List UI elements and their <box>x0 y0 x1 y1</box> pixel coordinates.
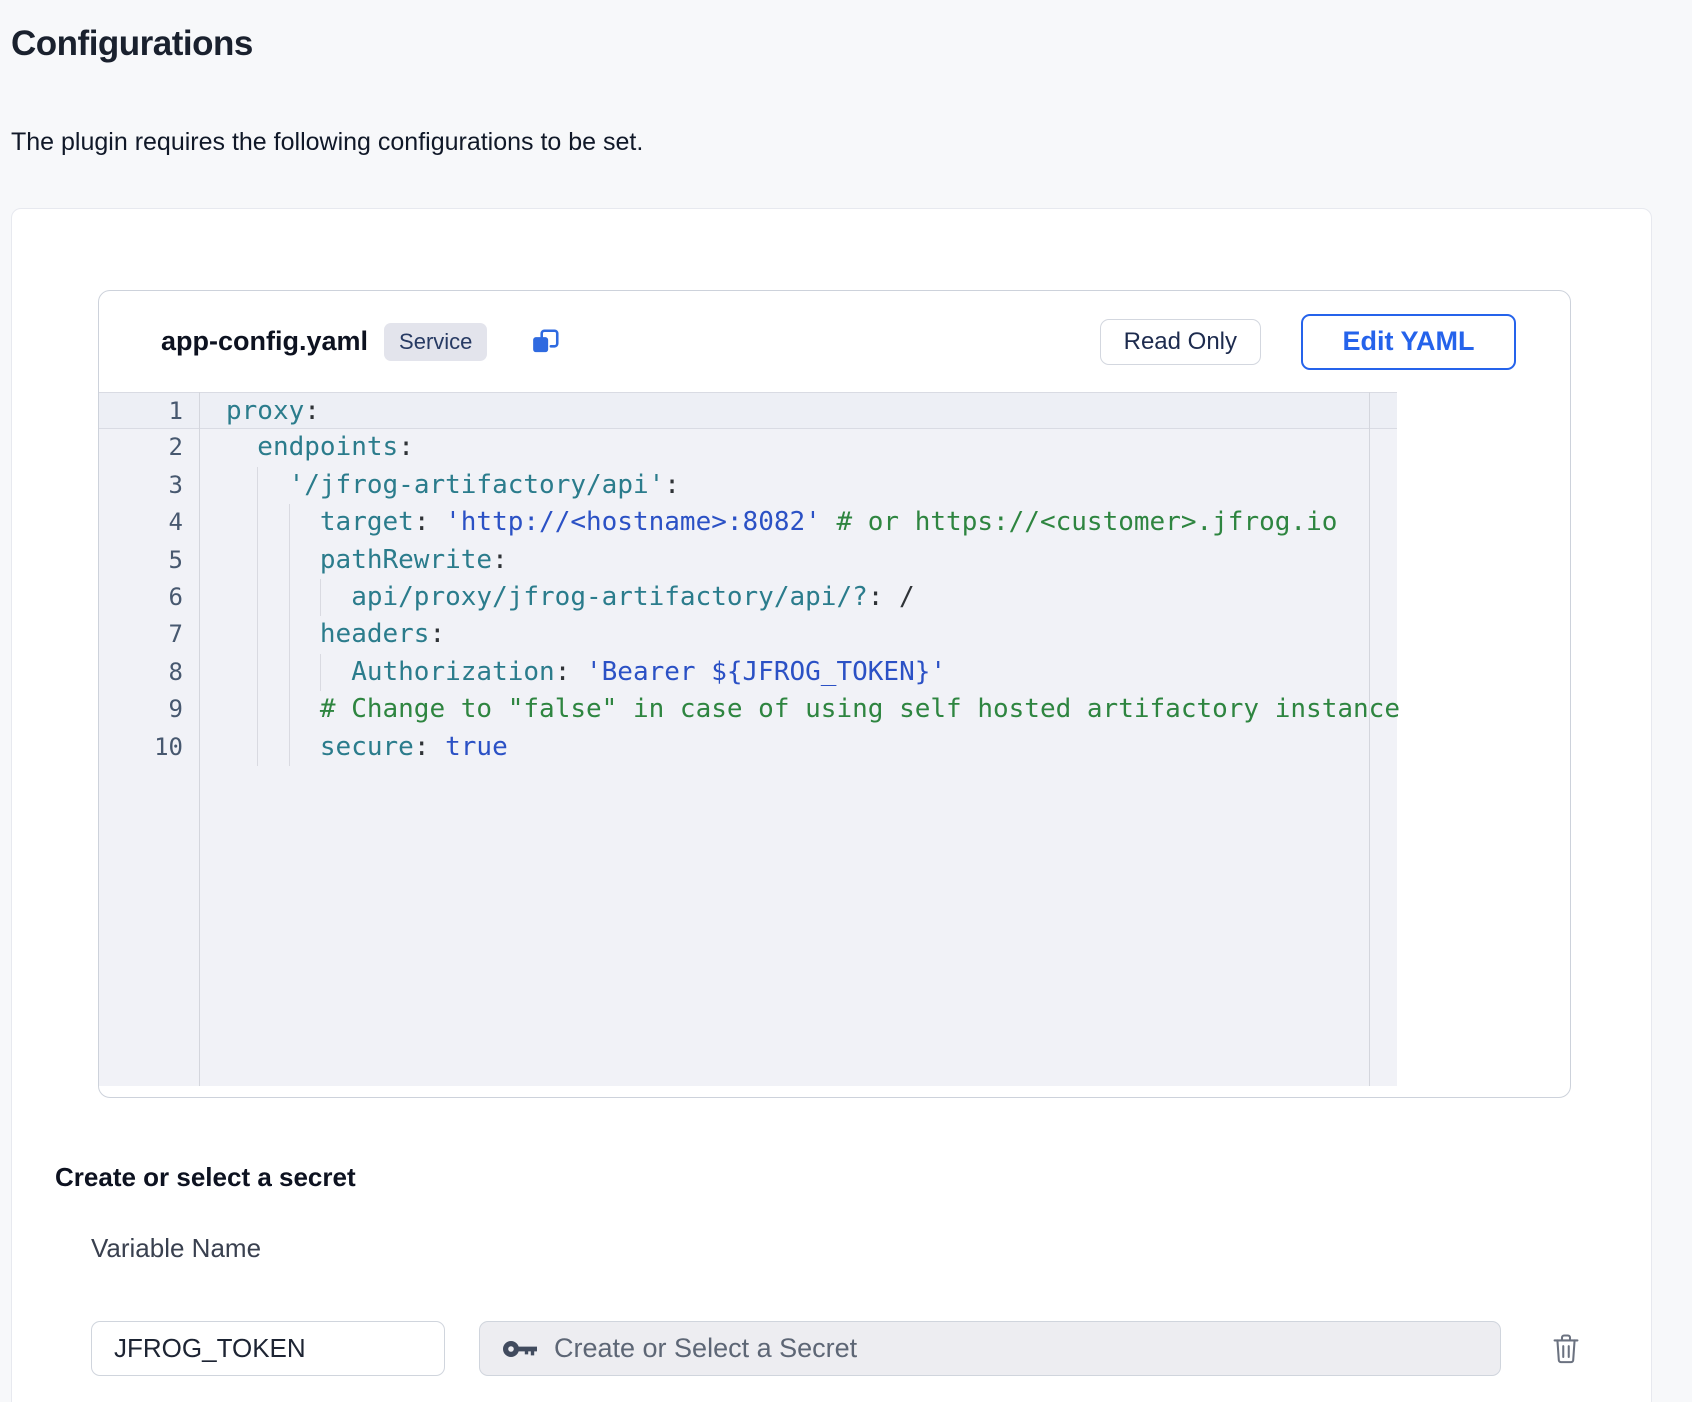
code-content: secure: true <box>199 729 508 766</box>
page-title: Configurations <box>11 24 253 64</box>
indent-guide <box>257 542 258 579</box>
code-content: # Change to "false" in case of using sel… <box>199 691 1400 728</box>
code-line: 7headers: <box>99 616 1397 653</box>
line-number: 5 <box>99 542 199 579</box>
code-content: pathRewrite: <box>199 542 508 579</box>
line-number: 9 <box>99 691 199 728</box>
indent-guide <box>257 504 258 541</box>
indent-guide <box>289 616 290 653</box>
indent-guide <box>257 467 258 504</box>
code-lines: 1proxy:2endpoints:3'/jfrog-artifactory/a… <box>99 392 1397 766</box>
code-content: api/proxy/jfrog-artifactory/api/?: / <box>199 579 915 616</box>
line-number: 7 <box>99 616 199 653</box>
line-number: 3 <box>99 467 199 504</box>
configurations-panel: app-config.yaml Service Read Only Edit Y… <box>11 208 1652 1402</box>
line-number: 8 <box>99 654 199 691</box>
indent-guide <box>289 691 290 728</box>
code-line: 9# Change to "false" in case of using se… <box>99 691 1397 728</box>
code-line: 6api/proxy/jfrog-artifactory/api/?: / <box>99 579 1397 616</box>
code-content: proxy: <box>199 393 320 428</box>
indent-guide <box>289 542 290 579</box>
code-editor[interactable]: 1proxy:2endpoints:3'/jfrog-artifactory/a… <box>99 392 1397 1086</box>
service-badge: Service <box>384 323 487 361</box>
key-icon <box>502 1338 538 1360</box>
code-content: '/jfrog-artifactory/api': <box>199 467 680 504</box>
code-content: Authorization: 'Bearer ${JFROG_TOKEN}' <box>199 654 946 691</box>
indent-guide <box>257 729 258 766</box>
secret-select-field[interactable]: Create or Select a Secret <box>479 1321 1501 1376</box>
edit-yaml-button[interactable]: Edit YAML <box>1301 314 1516 370</box>
indent-guide <box>289 729 290 766</box>
secret-select-placeholder: Create or Select a Secret <box>554 1333 857 1364</box>
trash-icon[interactable] <box>1549 1331 1583 1367</box>
line-number: 2 <box>99 429 199 466</box>
code-content: headers: <box>199 616 445 653</box>
code-line: 8Authorization: 'Bearer ${JFROG_TOKEN}' <box>99 654 1397 691</box>
indent-guide <box>257 579 258 616</box>
indent-guide <box>289 579 290 616</box>
code-content: target: 'http://<hostname>:8082' # or ht… <box>199 504 1337 541</box>
code-line: 3'/jfrog-artifactory/api': <box>99 467 1397 504</box>
yaml-config-card: app-config.yaml Service Read Only Edit Y… <box>98 290 1571 1098</box>
indent-guide <box>257 654 258 691</box>
variable-name-input[interactable] <box>91 1321 445 1376</box>
page-subtitle: The plugin requires the following config… <box>11 128 643 157</box>
line-number: 10 <box>99 729 199 766</box>
indent-guide <box>320 579 321 616</box>
copy-icon[interactable] <box>531 326 563 358</box>
secret-section-heading: Create or select a secret <box>55 1162 356 1193</box>
line-number: 1 <box>99 393 199 428</box>
code-line: 5pathRewrite: <box>99 542 1397 579</box>
indent-guide <box>320 654 321 691</box>
indent-guide <box>289 654 290 691</box>
code-line: 4target: 'http://<hostname>:8082' # or h… <box>99 504 1397 541</box>
code-line: 10secure: true <box>99 729 1397 766</box>
indent-guide <box>257 616 258 653</box>
file-name: app-config.yaml <box>161 326 368 357</box>
code-line: 1proxy: <box>99 392 1397 429</box>
line-number: 6 <box>99 579 199 616</box>
card-header: app-config.yaml Service Read Only Edit Y… <box>99 291 1570 392</box>
variable-name-label: Variable Name <box>91 1233 261 1264</box>
code-content: endpoints: <box>199 429 414 466</box>
read-only-button[interactable]: Read Only <box>1100 319 1261 365</box>
indent-guide <box>289 504 290 541</box>
line-number: 4 <box>99 504 199 541</box>
code-line: 2endpoints: <box>99 429 1397 466</box>
indent-guide <box>257 691 258 728</box>
